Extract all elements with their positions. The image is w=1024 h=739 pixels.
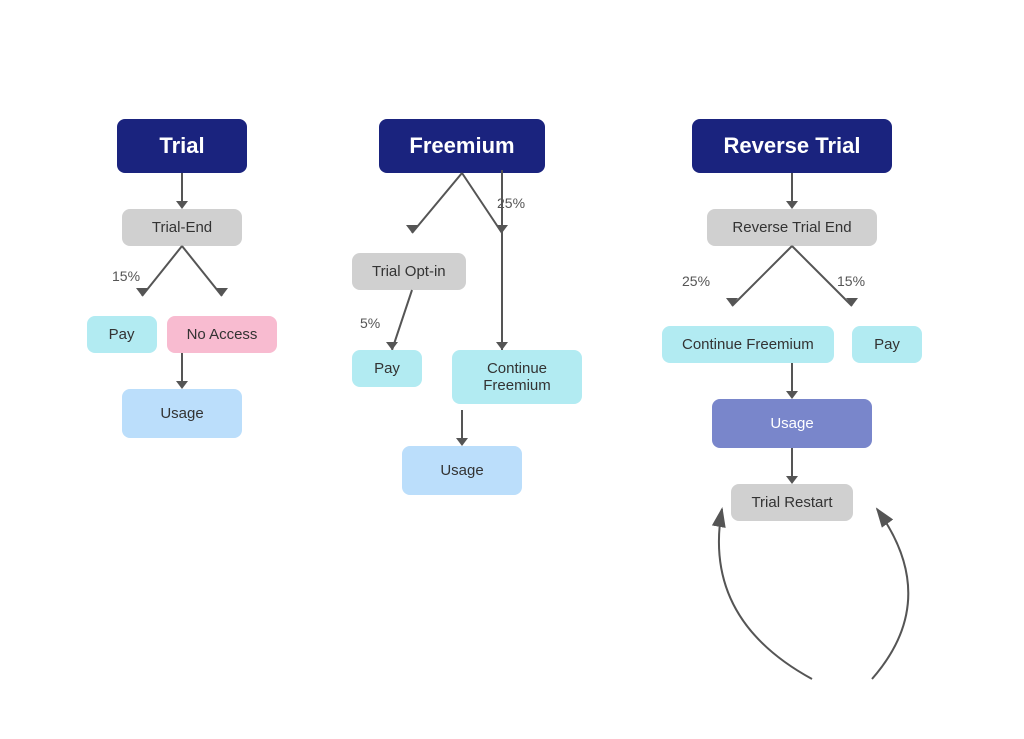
trial-usage-box: Usage <box>122 389 242 438</box>
trial-header: Trial <box>117 119 247 173</box>
freemium-continue-box: Continue Freemium <box>452 350 582 404</box>
trial-choices: Pay No Access <box>87 316 278 353</box>
arrow-1 <box>176 173 188 209</box>
freemium-top-svg: 25% <box>342 173 582 253</box>
rt-percent-15: 15% <box>837 273 865 289</box>
trial-column: Trial Trial-End 15% Pay No Access <box>82 119 282 438</box>
reverse-trial-column: Reverse Trial Reverse Trial End 25% 15% … <box>642 119 942 521</box>
rt-trial-end-box: Reverse Trial End <box>707 209 877 246</box>
rt-arrow-3 <box>786 448 798 484</box>
freemium-header: Freemium <box>379 119 544 173</box>
rt-pay-box: Pay <box>852 326 922 363</box>
freemium-column: Freemium 25% Trial Opt-in <box>342 119 582 495</box>
arrow-2 <box>176 353 188 389</box>
percent-label-trial: 15% <box>112 268 140 284</box>
freemium-trial-optin-box: Trial Opt-in <box>352 253 466 290</box>
rt-continue-freemium-box: Continue Freemium <box>662 326 834 363</box>
trial-pay-box: Pay <box>87 316 157 353</box>
trial-end-box: Trial-End <box>122 209 242 246</box>
rt-arrow-2 <box>786 363 798 399</box>
rt-percent-25: 25% <box>682 273 710 289</box>
reverse-trial-header: Reverse Trial <box>692 119 892 173</box>
percent-label-freemium-5: 5% <box>360 315 380 331</box>
rt-choices: Continue Freemium Pay <box>662 326 922 363</box>
freemium-pay-box: Pay <box>352 350 422 387</box>
freemium-mid: 5% Pay Continue Freemium <box>342 290 582 470</box>
rt-arrow-1 <box>786 173 798 209</box>
trial-no-access-box: No Access <box>167 316 278 353</box>
rt-usage-box: Usage <box>712 399 872 448</box>
branch-svg-trial: 15% <box>82 246 282 316</box>
rt-trial-restart-box: Trial Restart <box>731 484 852 521</box>
rt-branch-top: 25% 15% <box>642 246 942 326</box>
freemium-top-row: Trial Opt-in <box>352 253 572 290</box>
diagram-container: Trial Trial-End 15% Pay No Access <box>0 99 1024 541</box>
rt-branch-svg: 25% 15% <box>642 246 942 326</box>
